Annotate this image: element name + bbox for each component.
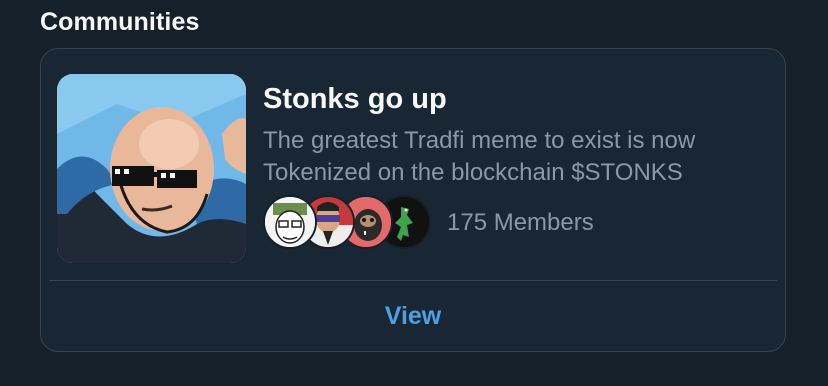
section-title: Communities [40,8,200,36]
community-description: The greatest Tradfi meme to exist is now… [263,127,696,186]
view-button[interactable]: View [41,281,785,351]
community-name[interactable]: Stonks go up [263,83,447,116]
communities-page: Communities Stonks go up The greatest Tr… [0,0,828,386]
member-count: 175 Members [447,209,594,236]
member-avatars[interactable] [263,195,443,253]
stonks-meme-man-image [57,74,246,263]
community-image[interactable] [57,74,246,263]
community-card[interactable]: Stonks go up The greatest Tradfi meme to… [40,48,786,352]
wojak-avatar [263,195,317,249]
